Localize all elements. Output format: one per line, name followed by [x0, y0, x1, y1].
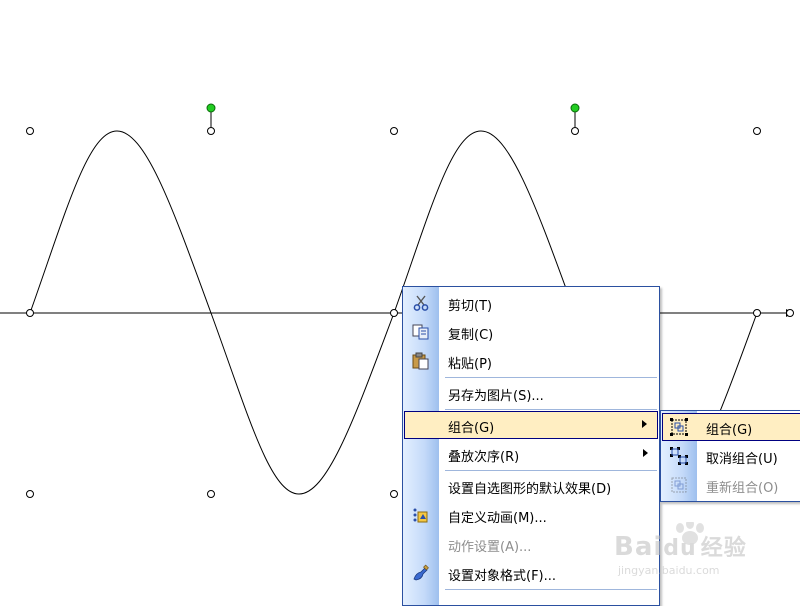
menu-separator [445, 470, 657, 471]
menu-item-label: 复制(C) [448, 328, 494, 343]
menu-item-copy[interactable]: 复制(C) [404, 318, 658, 346]
sine-wave-drawing[interactable] [0, 0, 800, 600]
rotation-handle-left[interactable] [206, 103, 216, 127]
rotation-handle-right[interactable] [570, 103, 580, 127]
submenu-item-label: 组合(G) [706, 423, 753, 438]
submenu-item-group[interactable]: 组合(G) [662, 413, 800, 441]
menu-item-order[interactable]: 叠放次序(R) [404, 440, 658, 468]
group-submenu: 组合(G) 取消组合(U) 重新组合(O) [660, 410, 800, 502]
paste-icon [411, 352, 431, 370]
slide-canvas[interactable] [0, 0, 800, 600]
group-icon [669, 418, 689, 436]
submenu-item-label: 重新组合(O) [706, 481, 779, 496]
regroup-icon [669, 476, 689, 494]
menu-item-group[interactable]: 组合(G) [404, 411, 658, 439]
context-menu: 剪切(T) 复制(C) 粘贴(P) 另存为图片(S)... 组合(G) 叠放次序… [402, 286, 660, 606]
menu-item-label: 另存为图片(S)... [448, 389, 544, 404]
submenu-item-ungroup[interactable]: 取消组合(U) [662, 442, 800, 470]
submenu-item-regroup[interactable]: 重新组合(O) [662, 471, 800, 499]
menu-item-save-as-picture[interactable]: 另存为图片(S)... [404, 379, 658, 407]
menu-separator [445, 409, 657, 410]
submenu-item-label: 取消组合(U) [706, 452, 778, 467]
menu-item-label: 组合(G) [448, 421, 495, 436]
menu-item-label: 设置对象格式(F)... [448, 569, 557, 584]
menu-item-set-default-effect[interactable]: 设置自选图形的默认效果(D) [404, 472, 658, 500]
submenu-arrow-icon [642, 420, 647, 428]
custom-animation-icon [411, 506, 431, 524]
menu-separator [445, 377, 657, 378]
menu-item-custom-animation[interactable]: 自定义动画(M)... [404, 501, 658, 529]
menu-item-label: 自定义动画(M)... [448, 511, 547, 526]
menu-item-label: 剪切(T) [448, 299, 493, 314]
menu-item-label: 动作设置(A)... [448, 540, 532, 555]
scissors-icon [411, 294, 431, 312]
menu-item-format-object[interactable]: 设置对象格式(F)... [404, 559, 658, 587]
format-object-icon [411, 564, 431, 582]
ungroup-icon [669, 447, 689, 465]
menu-item-label: 叠放次序(R) [448, 450, 520, 465]
menu-separator [445, 589, 657, 590]
menu-item-cut[interactable]: 剪切(T) [404, 289, 658, 317]
submenu-arrow-icon [643, 449, 648, 457]
menu-item-label: 设置自选图形的默认效果(D) [448, 482, 612, 497]
menu-item-paste[interactable]: 粘贴(P) [404, 347, 658, 375]
menu-item-action-settings[interactable]: 动作设置(A)... [404, 530, 658, 558]
copy-icon [411, 323, 431, 341]
menu-item-label: 粘贴(P) [448, 357, 492, 372]
